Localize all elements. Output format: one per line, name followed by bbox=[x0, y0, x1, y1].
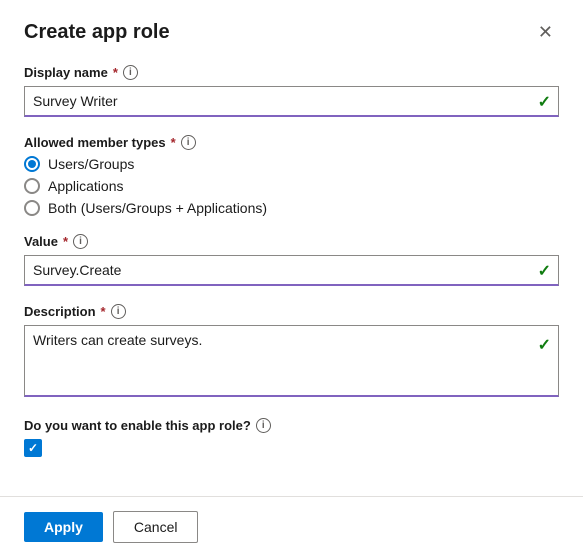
display-name-required: * bbox=[113, 65, 118, 80]
description-textarea[interactable]: Writers can create surveys. bbox=[24, 325, 559, 397]
display-name-label: Display name * i bbox=[24, 65, 559, 80]
close-icon: ✕ bbox=[538, 22, 553, 43]
close-button[interactable]: ✕ bbox=[532, 20, 559, 45]
dialog-footer: Apply Cancel bbox=[0, 496, 583, 557]
value-required: * bbox=[63, 234, 68, 249]
radio-group: Users/Groups Applications Both (Users/Gr… bbox=[24, 156, 559, 216]
enable-info-icon[interactable]: i bbox=[256, 418, 271, 433]
dialog-header: Create app role ✕ bbox=[0, 0, 583, 55]
enable-group: Do you want to enable this app role? i bbox=[24, 418, 559, 457]
value-group: Value * i ✓ bbox=[24, 234, 559, 286]
allowed-member-types-info-icon[interactable]: i bbox=[181, 135, 196, 150]
value-input[interactable] bbox=[24, 255, 559, 286]
allowed-member-types-required: * bbox=[171, 135, 176, 150]
value-info-icon[interactable]: i bbox=[73, 234, 88, 249]
display-name-input-wrapper: ✓ bbox=[24, 86, 559, 117]
allowed-member-types-label: Allowed member types * i bbox=[24, 135, 559, 150]
display-name-input[interactable] bbox=[24, 86, 559, 117]
radio-users[interactable] bbox=[24, 156, 40, 172]
value-check-icon: ✓ bbox=[538, 261, 551, 281]
radio-users-label: Users/Groups bbox=[48, 156, 134, 172]
enable-checkbox-group bbox=[24, 439, 559, 457]
display-name-check-icon: ✓ bbox=[538, 92, 551, 112]
dialog-body: Display name * i ✓ Allowed member types … bbox=[0, 55, 583, 496]
allowed-member-types-group: Allowed member types * i Users/Groups Ap… bbox=[24, 135, 559, 216]
description-info-icon[interactable]: i bbox=[111, 304, 126, 319]
description-label: Description * i bbox=[24, 304, 559, 319]
description-group: Description * i Writers can create surve… bbox=[24, 304, 559, 400]
radio-applications-label: Applications bbox=[48, 178, 124, 194]
radio-both-label: Both (Users/Groups + Applications) bbox=[48, 200, 267, 216]
radio-both[interactable] bbox=[24, 200, 40, 216]
value-input-wrapper: ✓ bbox=[24, 255, 559, 286]
display-name-group: Display name * i ✓ bbox=[24, 65, 559, 117]
enable-checkbox[interactable] bbox=[24, 439, 42, 457]
enable-label: Do you want to enable this app role? i bbox=[24, 418, 559, 433]
cancel-button[interactable]: Cancel bbox=[113, 511, 199, 543]
radio-option-users[interactable]: Users/Groups bbox=[24, 156, 559, 172]
description-check-icon: ✓ bbox=[538, 335, 551, 355]
description-required: * bbox=[101, 304, 106, 319]
description-textarea-wrapper: Writers can create surveys. ✓ bbox=[24, 325, 559, 400]
dialog-title: Create app role bbox=[24, 21, 170, 44]
radio-option-both[interactable]: Both (Users/Groups + Applications) bbox=[24, 200, 559, 216]
create-app-role-dialog: Create app role ✕ Display name * i ✓ All… bbox=[0, 0, 583, 557]
apply-button[interactable]: Apply bbox=[24, 512, 103, 542]
radio-applications[interactable] bbox=[24, 178, 40, 194]
value-label: Value * i bbox=[24, 234, 559, 249]
display-name-info-icon[interactable]: i bbox=[123, 65, 138, 80]
radio-option-applications[interactable]: Applications bbox=[24, 178, 559, 194]
